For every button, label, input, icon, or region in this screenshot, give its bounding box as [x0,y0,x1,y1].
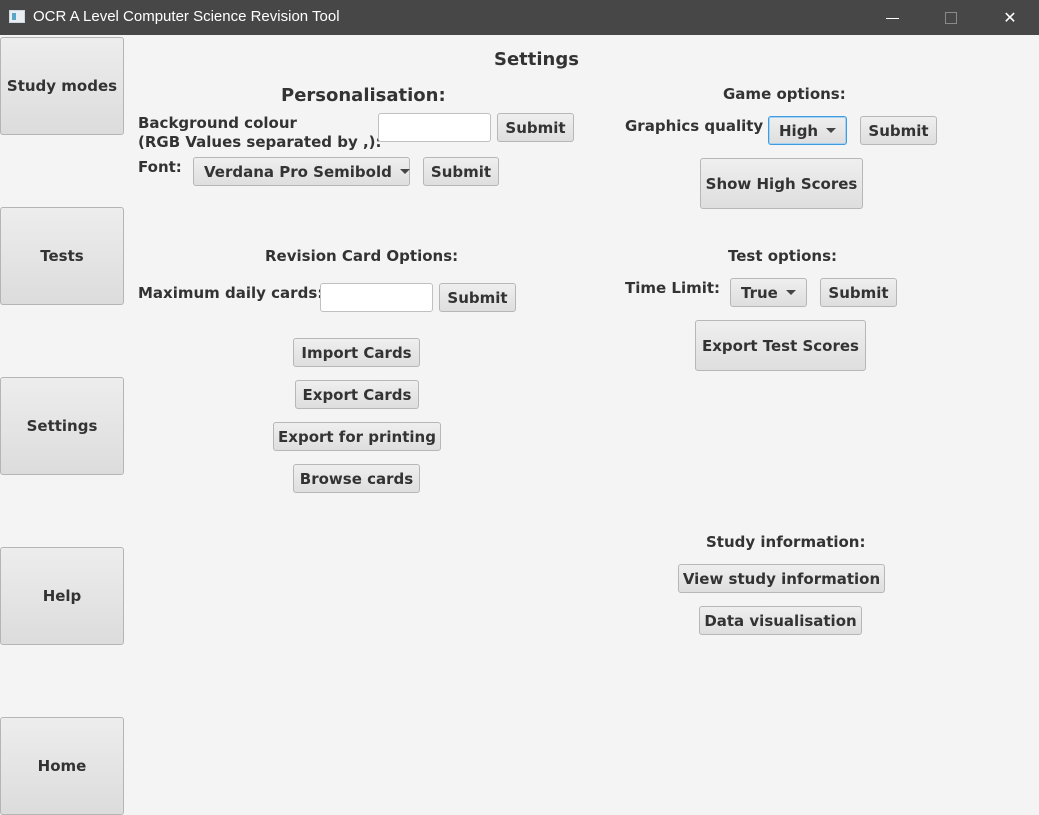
graphics-quality-submit-button[interactable]: Submit [860,116,937,145]
time-limit-label: Time Limit: [625,279,721,297]
background-colour-label: Background colour [138,114,297,132]
time-limit-select[interactable]: True [730,278,807,307]
time-limit-submit-button[interactable]: Submit [820,278,897,307]
minimize-icon [885,18,899,19]
max-daily-cards-input[interactable] [320,283,433,312]
background-colour-submit-button[interactable]: Submit [497,113,574,142]
background-colour-hint: (RGB Values separated by ,): [138,133,382,151]
export-cards-button[interactable]: Export Cards [295,380,419,409]
minimize-button[interactable] [863,0,921,35]
study-information-heading: Study information: [706,533,866,551]
export-for-printing-button[interactable]: Export for printing [273,422,441,451]
view-study-information-button[interactable]: View study information [678,564,885,593]
game-options-heading: Game options: [723,85,846,103]
font-label: Font: [138,158,182,176]
nav-study-modes-button[interactable]: Study modes [0,37,124,135]
font-select-value: Verdana Pro Semibold [204,162,392,181]
chevron-down-icon [826,128,837,133]
background-colour-input[interactable] [378,113,491,142]
revision-card-options-heading: Revision Card Options: [265,247,459,265]
chevron-down-icon [399,169,410,174]
page-title: Settings [494,49,579,70]
chevron-down-icon [786,290,796,295]
browse-cards-button[interactable]: Browse cards [293,464,420,493]
nav-help-button[interactable]: Help [0,547,124,645]
font-select[interactable]: Verdana Pro Semibold [193,157,410,186]
graphics-quality-select[interactable]: High [768,116,847,145]
data-visualisation-button[interactable]: Data visualisation [699,606,862,635]
max-daily-cards-label: Maximum daily cards: [138,284,324,302]
nav-tests-button[interactable]: Tests [0,207,124,305]
maximize-button[interactable] [922,0,980,35]
nav-settings-button[interactable]: Settings [0,377,124,475]
maximize-icon [945,11,957,24]
time-limit-value: True [741,283,778,302]
close-icon: ✕ [1003,8,1017,27]
show-high-scores-button[interactable]: Show High Scores [700,158,863,209]
test-options-heading: Test options: [728,247,837,265]
graphics-quality-label: Graphics quality [625,117,764,135]
window-title: OCR A Level Computer Science Revision To… [33,8,340,25]
personalisation-heading: Personalisation: [281,85,446,106]
graphics-quality-value: High [779,121,819,140]
import-cards-button[interactable]: Import Cards [293,338,420,367]
export-test-scores-button[interactable]: Export Test Scores [695,320,866,371]
font-submit-button[interactable]: Submit [423,157,499,186]
app-icon [9,10,25,23]
max-daily-cards-submit-button[interactable]: Submit [439,283,516,312]
nav-home-button[interactable]: Home [0,717,124,815]
close-button[interactable]: ✕ [981,0,1039,35]
title-bar: OCR A Level Computer Science Revision To… [0,0,1039,35]
